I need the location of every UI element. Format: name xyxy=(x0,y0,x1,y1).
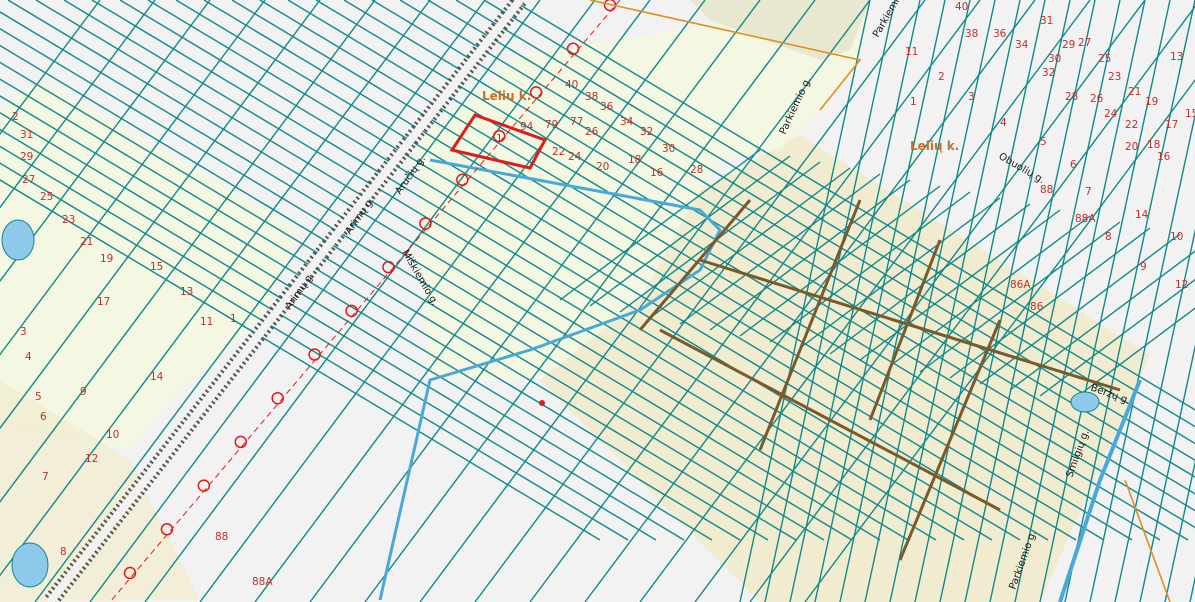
parcel-number: 21 xyxy=(1128,86,1141,98)
parcel-number: 15 xyxy=(150,261,163,273)
parcel-boundary xyxy=(1089,112,1195,602)
parcel-number: 38 xyxy=(965,28,978,40)
parcel-number: 5 xyxy=(1040,136,1047,148)
parcel-number: 94 xyxy=(520,121,534,133)
parcel-number: 8 xyxy=(60,546,67,558)
parcel-number: 25 xyxy=(1098,53,1111,65)
parcel-number: 9 xyxy=(80,386,87,398)
parcel-number: 88A xyxy=(1075,213,1096,225)
parcel-number: 23 xyxy=(62,214,75,226)
power-pole-marker xyxy=(271,391,284,405)
parcel-number: 10 xyxy=(106,429,119,441)
parcel-number: 10 xyxy=(1170,231,1183,243)
parcel-number: 17 xyxy=(97,296,110,308)
parcel-number: 1 xyxy=(910,96,917,108)
parcel-number: 77 xyxy=(570,116,583,128)
parcel-number: 11 xyxy=(200,316,213,328)
parcel-number: 36 xyxy=(600,101,614,113)
parcel-number: 26 xyxy=(585,126,599,138)
parcel-number: 7 xyxy=(42,471,49,483)
parcel-number: 6 xyxy=(1070,159,1077,171)
parcel-number: 12 xyxy=(85,453,98,465)
parcel-number: 22 xyxy=(1125,119,1138,131)
parcel-number: 32 xyxy=(1042,67,1055,79)
parcel-number: 22 xyxy=(552,146,565,158)
cadastral-map[interactable]: 1 Lelių k. Lelių k. Arimų g. Arimų g. Ar… xyxy=(0,0,1195,602)
parcel-number: 12 xyxy=(1175,279,1188,291)
parcel-number: 29 xyxy=(1062,39,1075,51)
parcel-number: 27 xyxy=(22,174,35,186)
parcel-number: 3 xyxy=(968,91,975,103)
parcel-number: 88A xyxy=(252,576,273,588)
parcel-number: 86A xyxy=(1010,279,1031,291)
parcel-number: 8 xyxy=(1105,231,1112,243)
place-label: Lelių k. xyxy=(482,89,531,103)
parcel-number: 6 xyxy=(40,411,47,423)
map-canvas[interactable]: 1 Lelių k. Lelių k. Arimų g. Arimų g. Ar… xyxy=(0,0,1195,602)
parcel-number: 86 xyxy=(1030,301,1044,313)
parcel-number: 2 xyxy=(938,71,945,83)
location-marker xyxy=(539,400,545,406)
parcel-number: 7 xyxy=(1085,186,1092,198)
pond xyxy=(1070,391,1100,413)
parcel-number: 40 xyxy=(565,79,578,91)
parcel-number: 34 xyxy=(1015,39,1029,51)
parcel-number: 4 xyxy=(25,351,32,363)
parcel-number: 25 xyxy=(40,191,53,203)
parcel-number: 19 xyxy=(1145,96,1158,108)
power-pole-marker xyxy=(234,435,248,449)
street-label: Obuolių g. xyxy=(997,151,1047,186)
parcel-number: 79 xyxy=(545,119,558,131)
parcel-number: 14 xyxy=(1135,209,1149,221)
parcel-number: 24 xyxy=(568,151,582,163)
parcel-number: 16 xyxy=(650,167,664,179)
parcel-number: 4 xyxy=(1000,117,1007,129)
parcel-number: 19 xyxy=(100,253,113,265)
parcel-number: 13 xyxy=(1170,51,1183,63)
parcel-number: 26 xyxy=(1090,93,1104,105)
parcel-number: 29 xyxy=(20,151,33,163)
parcel-number: 31 xyxy=(1040,15,1053,27)
pond xyxy=(1,219,35,261)
place-label: Lelių k. xyxy=(910,139,959,153)
parcel-number: 31 xyxy=(20,129,33,141)
parcel-number: 32 xyxy=(640,126,653,138)
parcel-number: 20 xyxy=(596,161,609,173)
parcel-number: 16 xyxy=(1157,151,1171,163)
parcel-number: 3 xyxy=(20,326,27,338)
parcel-number: 14 xyxy=(150,371,164,383)
parcel-number: 2 xyxy=(12,111,19,123)
parcel-number: 9 xyxy=(1140,261,1147,273)
parcel-number: 88 xyxy=(1040,184,1053,196)
parcel-number: 27 xyxy=(1078,37,1091,49)
parcel-number: 11 xyxy=(905,46,918,58)
parcel-number: 24 xyxy=(1104,108,1118,120)
parcel-number: 28 xyxy=(1065,91,1078,103)
parcel-number: 15 xyxy=(1185,108,1195,120)
parcel-number: 23 xyxy=(1108,71,1121,83)
parcel-number: 5 xyxy=(35,391,42,403)
parcel-number: 30 xyxy=(662,143,675,155)
street-label: Parkiemio g. xyxy=(871,0,911,40)
parcel-number: 20 xyxy=(1125,141,1138,153)
parcel-number: 28 xyxy=(690,164,703,176)
parcel-number: 13 xyxy=(180,286,193,298)
parcel-number: 34 xyxy=(620,116,634,128)
selected-parcel-number: 1 xyxy=(496,133,503,145)
parcel-number: 36 xyxy=(993,28,1007,40)
parcel-number: 30 xyxy=(1048,53,1061,65)
parcel-number: 18 xyxy=(628,154,641,166)
parcel-number: 38 xyxy=(585,91,598,103)
parcel-number: 88 xyxy=(215,531,228,543)
parcel-number: 40 xyxy=(955,1,968,13)
pond xyxy=(11,542,49,588)
parcel-number: 18 xyxy=(1147,139,1160,151)
parcel-boundary xyxy=(1189,575,1195,602)
parcel-number: 1 xyxy=(230,313,237,325)
power-pole-marker xyxy=(382,260,395,274)
power-pole-marker xyxy=(197,479,211,492)
parcel-number: 17 xyxy=(1165,119,1178,131)
parcel-number: 21 xyxy=(80,236,93,248)
